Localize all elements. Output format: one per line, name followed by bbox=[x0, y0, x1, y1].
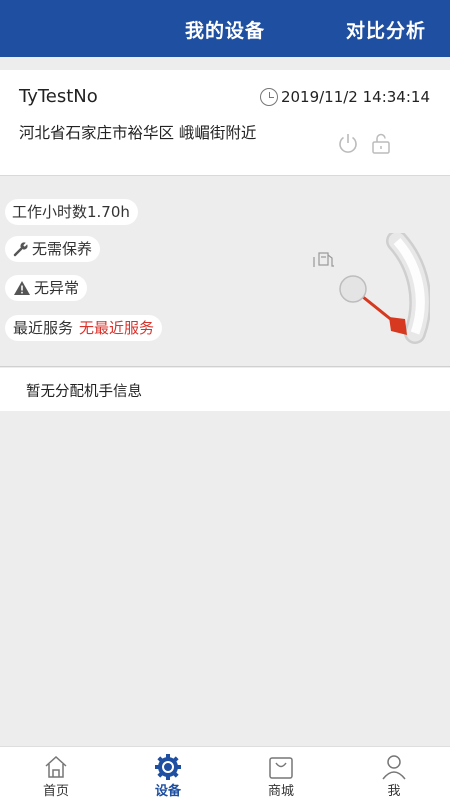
device-time-text: 2019/11/2 14:34:14 bbox=[280, 88, 430, 106]
operator-info-row: 暂无分配机手信息 bbox=[0, 368, 450, 411]
maintenance-text: 无需保养 bbox=[32, 240, 93, 258]
service-label: 最近服务 bbox=[13, 319, 74, 337]
gear-icon bbox=[155, 754, 181, 780]
tab-device[interactable]: 设备 bbox=[112, 747, 224, 800]
service-badge: 最近服务 无最近服务 bbox=[5, 315, 163, 341]
device-name: TyTestNo bbox=[19, 86, 98, 107]
power-icon[interactable] bbox=[337, 132, 359, 154]
user-icon bbox=[382, 755, 406, 780]
device-address: 河北省石家庄市裕华区 峨嵋街附近 bbox=[19, 124, 257, 142]
tab-shop[interactable]: 商城 bbox=[225, 747, 337, 800]
home-icon bbox=[45, 755, 67, 778]
clock-icon bbox=[259, 88, 278, 106]
fuel-gauge bbox=[313, 233, 430, 344]
work-hours-text: 工作小时数1.70h bbox=[12, 203, 130, 221]
warning-icon bbox=[13, 280, 31, 296]
abnormal-text: 无异常 bbox=[34, 279, 80, 297]
wrench-icon bbox=[13, 241, 29, 257]
tab-shop-label: 商城 bbox=[267, 784, 294, 799]
bottom-tab-bar: 首页 设备 商城 我 bbox=[0, 746, 450, 800]
device-time: 2019/11/2 14:34:14 bbox=[259, 88, 430, 106]
top-navbar: 我的设备 对比分析 bbox=[0, 0, 450, 57]
operator-info-text: 暂无分配机手信息 bbox=[26, 384, 142, 400]
maintenance-badge: 无需保养 bbox=[5, 236, 101, 262]
compare-analysis-button[interactable]: 对比分析 bbox=[346, 16, 426, 43]
tab-home-label: 首页 bbox=[42, 784, 69, 799]
unlock-icon[interactable] bbox=[370, 132, 392, 154]
fuel-pump-icon bbox=[313, 252, 334, 267]
tab-me-label: 我 bbox=[387, 784, 401, 799]
tab-me[interactable]: 我 bbox=[338, 747, 450, 800]
work-hours-badge: 工作小时数1.70h bbox=[5, 199, 138, 225]
page-title: 我的设备 bbox=[185, 20, 266, 42]
device-card[interactable]: TyTestNo 2019/11/2 14:34:14 河北省石家庄市裕华区 峨… bbox=[0, 70, 450, 176]
shop-bag-icon bbox=[269, 757, 293, 779]
service-value: 无最近服务 bbox=[79, 319, 155, 337]
tab-device-label: 设备 bbox=[154, 784, 181, 799]
abnormal-badge: 无异常 bbox=[5, 275, 88, 301]
tab-home[interactable]: 首页 bbox=[0, 747, 112, 800]
